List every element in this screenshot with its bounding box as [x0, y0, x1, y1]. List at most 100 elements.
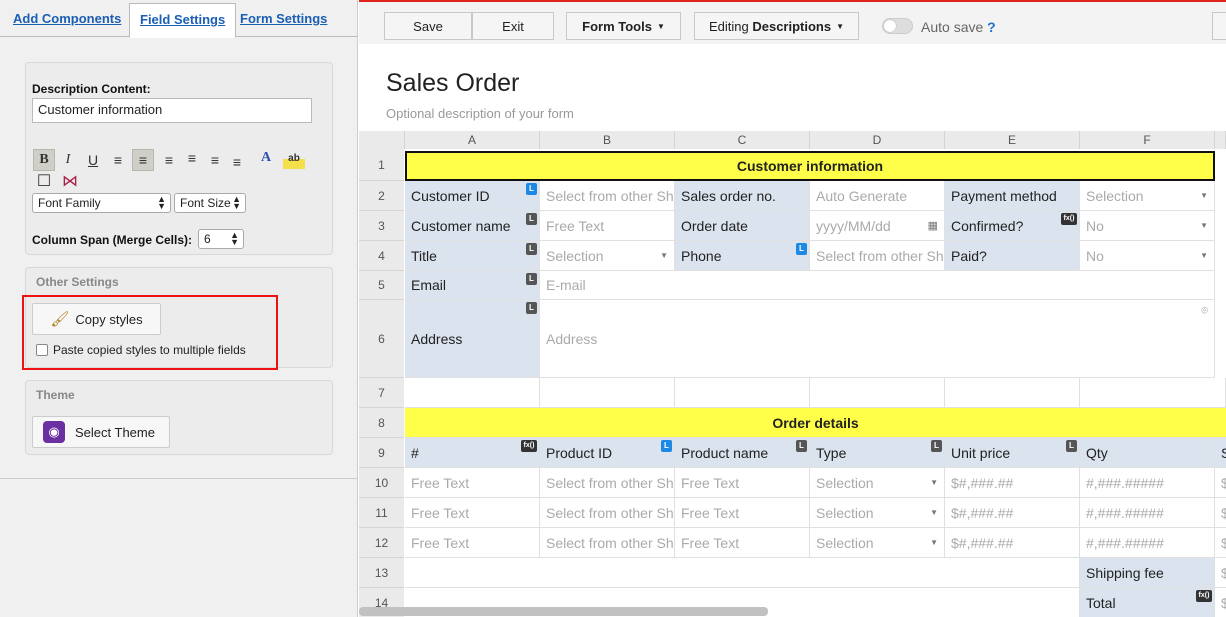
- customer-info-section-header[interactable]: Customer information: [405, 151, 1215, 181]
- column-header-b[interactable]: B: [540, 131, 675, 149]
- empty-cell[interactable]: [810, 378, 945, 408]
- select-theme-button[interactable]: ◉ Select Theme: [32, 416, 170, 448]
- customer-name-label[interactable]: Customer name L: [405, 211, 540, 241]
- form-description[interactable]: Optional description of your form: [386, 106, 574, 121]
- product-name-field[interactable]: Free Text: [675, 528, 810, 558]
- email-label[interactable]: Email L: [405, 271, 540, 300]
- unit-price-field[interactable]: $#,###.##: [945, 468, 1080, 498]
- column-span-select[interactable]: 6 ▲ ▼: [198, 229, 244, 249]
- phone-label[interactable]: Phone L: [675, 241, 810, 271]
- subtotal-field[interactable]: $: [1215, 528, 1226, 558]
- shipping-fee-label[interactable]: Shipping fee: [1080, 558, 1215, 588]
- bold-icon[interactable]: B: [33, 149, 55, 171]
- empty-cell[interactable]: [675, 378, 810, 408]
- empty-cell[interactable]: [405, 378, 540, 408]
- editing-mode-menu[interactable]: Editing Descriptions ▼: [694, 12, 859, 40]
- row-header[interactable]: 10: [359, 468, 404, 498]
- italic-icon[interactable]: I: [57, 149, 79, 171]
- customer-id-field[interactable]: Select from other Sheet: [540, 181, 675, 211]
- empty-cell[interactable]: [945, 378, 1080, 408]
- item-number-field[interactable]: Free Text: [405, 468, 540, 498]
- qty-field[interactable]: #,###.#####: [1080, 528, 1215, 558]
- empty-cell[interactable]: [540, 378, 675, 408]
- order-date-field[interactable]: yyyy/MM/dd ▦: [810, 211, 945, 241]
- unit-price-field[interactable]: $#,###.##: [945, 498, 1080, 528]
- order-details-section-header[interactable]: Order details: [405, 408, 1226, 438]
- address-label[interactable]: Address L: [405, 300, 540, 378]
- product-name-field[interactable]: Free Text: [675, 498, 810, 528]
- confirmed-field[interactable]: No ▼: [1080, 211, 1215, 241]
- row-header[interactable]: 8: [359, 408, 404, 438]
- product-name-field[interactable]: Free Text: [675, 468, 810, 498]
- column-header-f[interactable]: F: [1080, 131, 1215, 149]
- help-icon[interactable]: ?: [987, 19, 996, 35]
- shipping-fee-field[interactable]: $: [1215, 558, 1226, 588]
- product-id-header[interactable]: Product ID L: [540, 438, 675, 468]
- row-header[interactable]: 5: [359, 271, 404, 300]
- title-label[interactable]: Title L: [405, 241, 540, 271]
- column-header-d[interactable]: D: [810, 131, 945, 149]
- form-title[interactable]: Sales Order: [386, 69, 519, 98]
- align-right-icon[interactable]: ≡: [158, 149, 180, 171]
- row-header[interactable]: 7: [359, 378, 404, 408]
- total-label[interactable]: Total fx(): [1080, 588, 1215, 617]
- subtotal-field[interactable]: $: [1215, 498, 1226, 528]
- subtotal-header[interactable]: S: [1215, 438, 1226, 468]
- border-icon[interactable]: ☐: [33, 170, 55, 192]
- row-header[interactable]: 9: [359, 438, 404, 468]
- confirmed-label[interactable]: Confirmed? fx(): [945, 211, 1080, 241]
- item-number-field[interactable]: Free Text: [405, 498, 540, 528]
- address-field[interactable]: Address ⌾: [540, 300, 1215, 378]
- row-header[interactable]: 11: [359, 498, 404, 528]
- column-header-a[interactable]: A: [405, 131, 540, 149]
- save-button[interactable]: Save: [384, 12, 472, 40]
- sales-order-no-field[interactable]: Auto Generate: [810, 181, 945, 211]
- qty-field[interactable]: #,###.#####: [1080, 498, 1215, 528]
- empty-cell[interactable]: [1080, 378, 1226, 408]
- form-tools-menu[interactable]: Form Tools ▼: [566, 12, 681, 40]
- font-color-icon[interactable]: A: [255, 147, 277, 169]
- paid-label[interactable]: Paid?: [945, 241, 1080, 271]
- row-header[interactable]: 6: [359, 300, 404, 378]
- email-field[interactable]: E-mail: [540, 271, 1215, 300]
- product-id-field[interactable]: Select from other Sheet: [540, 468, 675, 498]
- row-header[interactable]: 13: [359, 558, 404, 588]
- total-field[interactable]: $: [1215, 588, 1226, 617]
- qty-field[interactable]: #,###.#####: [1080, 468, 1215, 498]
- qty-header[interactable]: Qty: [1080, 438, 1215, 468]
- empty-cell[interactable]: [405, 558, 1080, 588]
- description-content-input[interactable]: Customer information: [32, 98, 312, 123]
- column-header-c[interactable]: C: [675, 131, 810, 149]
- row-header[interactable]: 12: [359, 528, 404, 558]
- item-number-field[interactable]: Free Text: [405, 528, 540, 558]
- autosave-toggle[interactable]: [882, 18, 913, 34]
- type-field[interactable]: Selection ▼: [810, 528, 945, 558]
- sales-order-no-label[interactable]: Sales order no.: [675, 181, 810, 211]
- product-name-header[interactable]: Product name L: [675, 438, 810, 468]
- font-family-select[interactable]: Font Family ▲ ▼: [32, 193, 171, 213]
- align-top-icon[interactable]: ≡: [181, 147, 203, 169]
- unit-price-field[interactable]: $#,###.##: [945, 528, 1080, 558]
- align-center-icon[interactable]: ≡: [132, 149, 154, 171]
- tab-form-settings[interactable]: Form Settings: [230, 3, 337, 37]
- item-number-header[interactable]: # fx(): [405, 438, 540, 468]
- title-field[interactable]: Selection ▼: [540, 241, 675, 271]
- payment-method-field[interactable]: Selection ▼: [1080, 181, 1215, 211]
- order-date-label[interactable]: Order date: [675, 211, 810, 241]
- row-header[interactable]: 1: [359, 149, 404, 181]
- payment-method-label[interactable]: Payment method: [945, 181, 1080, 211]
- column-header-e[interactable]: E: [945, 131, 1080, 149]
- type-header[interactable]: Type L: [810, 438, 945, 468]
- align-left-icon[interactable]: ≡: [107, 149, 129, 171]
- exit-button[interactable]: Exit: [472, 12, 554, 40]
- merge-icon[interactable]: ⋈: [59, 170, 81, 192]
- row-header[interactable]: 4: [359, 241, 404, 271]
- row-header[interactable]: 3: [359, 211, 404, 241]
- column-header-g[interactable]: [1215, 131, 1226, 149]
- type-field[interactable]: Selection ▼: [810, 498, 945, 528]
- toolbar-more-button[interactable]: [1212, 12, 1226, 40]
- phone-field[interactable]: Select from other Sheet: [810, 241, 945, 271]
- highlight-icon[interactable]: ab: [283, 147, 305, 169]
- customer-id-label[interactable]: Customer ID L: [405, 181, 540, 211]
- align-middle-icon[interactable]: ≡: [204, 149, 226, 171]
